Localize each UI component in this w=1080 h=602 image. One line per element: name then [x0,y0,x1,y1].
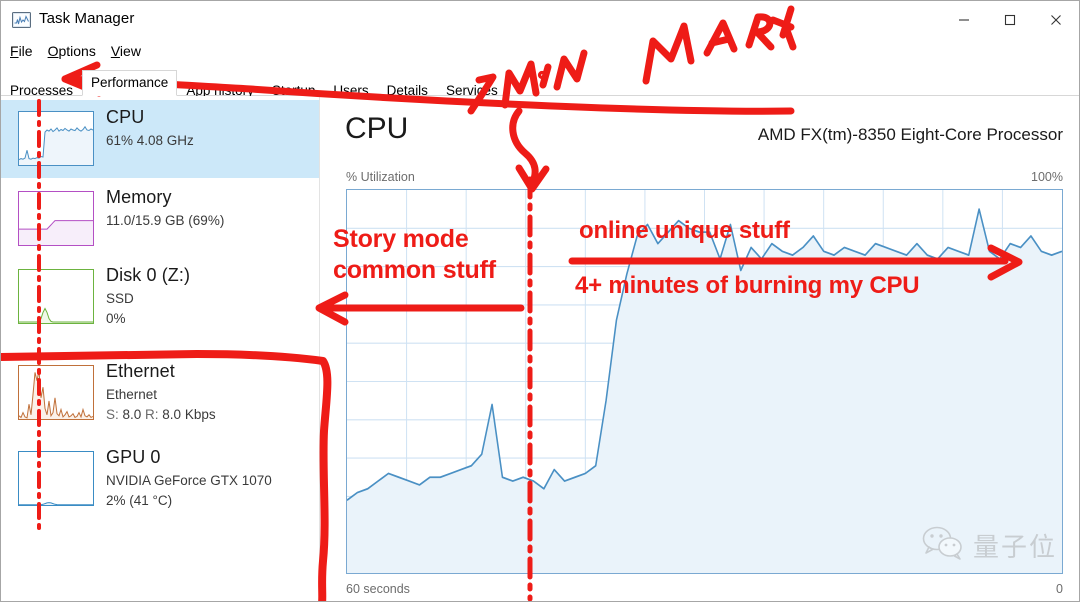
resource-sidebar[interactable]: CPU 61% 4.08 GHz Memory 11.0/15.9 GB (69%) D… [1,96,320,601]
menu-item-options[interactable]: Options [48,42,96,60]
cpu-detail-pane: CPU AMD FX(tm)-8350 Eight-Core Processor… [320,96,1079,601]
sidebar-item-cpu[interactable]: CPU 61% 4.08 GHz [1,100,319,178]
tab-performance[interactable]: Performance [82,70,178,96]
sidebar-item-gpu-0[interactable]: GPU 0 NVIDIA GeForce GTX 1070 2% (41 °C) [1,440,319,532]
watermark-label: 量子位 [972,533,1057,563]
resource-detail-line-2: 2% (41 °C) [106,493,173,508]
watermark: 量子位 [922,526,1057,565]
window-controls [941,1,1079,39]
menu-bar: FFileile Options View [1,39,1079,63]
resource-name: GPU 0 [106,447,161,467]
resource-name: CPU [106,107,145,127]
cpu-utilization-graph [346,189,1063,574]
resource-detail-line-2: S: 8.0 R: 8.0 Kbps [106,407,216,422]
tab-list: Processes Performance App history Startup Us… [1,65,507,98]
task-manager-window: Task Manager FFileile Options View Proce… [0,0,1080,602]
task-manager-icon [12,11,31,29]
resource-thumbnail [18,451,94,506]
tab-label: Performance [91,75,169,90]
sidebar-item-disk-0-z[interactable]: Disk 0 (Z:) SSD 0% [1,258,319,350]
axis-label-duration: 60 seconds [346,582,410,596]
resource-detail-line-1: 61% 4.08 GHz [106,133,194,148]
maximize-button[interactable] [987,1,1033,39]
resource-thumbnail [18,269,94,324]
resource-detail-line-1: SSD [106,291,134,306]
resource-detail-line-1: 11.0/15.9 GB (69%) [106,213,225,228]
sidebar-item-ethernet[interactable]: Ethernet Ethernet S: 8.0 R: 8.0 Kbps [1,354,319,446]
tab-strip: Processes Performance App history Startup Us… [1,65,1079,98]
resource-name: Memory [106,187,172,207]
menu-item-view[interactable]: View [111,42,141,60]
resource-name: Ethernet [106,361,175,381]
cpu-model-label: AMD FX(tm)-8350 Eight-Core Processor [757,125,1063,144]
close-button[interactable] [1033,1,1079,39]
wechat-icon [922,526,966,565]
page-title: CPU [345,112,409,145]
title-bar: Task Manager [1,1,1079,39]
resource-detail-line-1: Ethernet [106,387,158,402]
axis-label-max: 100% [1031,170,1063,184]
resource-detail-line-2: 0% [106,311,126,326]
minimize-button[interactable] [941,1,987,39]
window-title: Task Manager [39,10,135,27]
resource-thumbnail [18,191,94,246]
resource-thumbnail [18,111,94,166]
resource-thumbnail [18,365,94,420]
resource-detail-line-1: NVIDIA GeForce GTX 1070 [106,473,272,488]
menu-item-file[interactable]: FFileile [10,42,33,60]
sidebar-item-memory[interactable]: Memory 11.0/15.9 GB (69%) [1,180,319,258]
axis-label-zero: 0 [1056,582,1063,596]
axis-label-utilization: % Utilization [346,170,415,184]
resource-name: Disk 0 (Z:) [106,265,191,285]
